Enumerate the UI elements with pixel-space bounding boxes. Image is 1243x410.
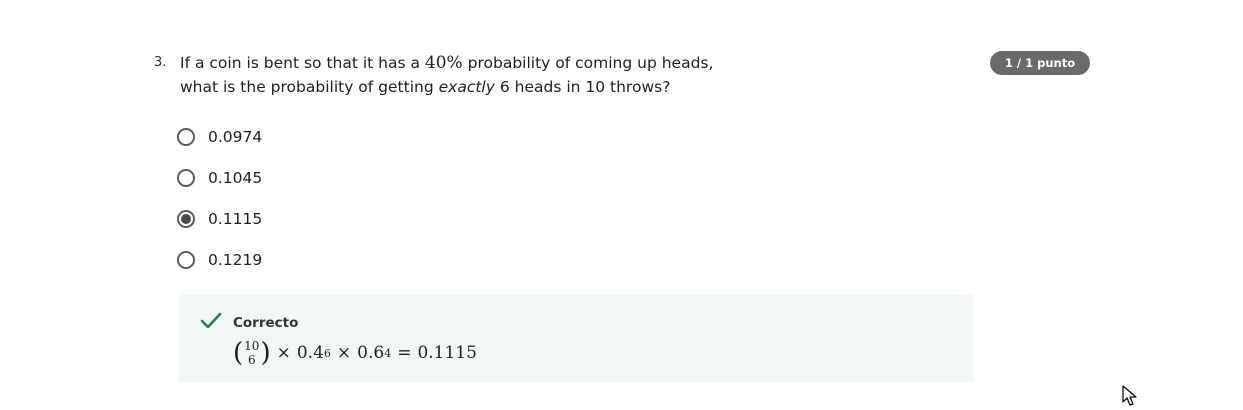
question-text-part-1: If a coin is bent so that it has a: [180, 54, 425, 72]
question-percent: 40%: [424, 53, 463, 73]
question-number: 3.: [154, 55, 167, 70]
answer-option-label: 0.1045: [208, 168, 263, 187]
mouse-cursor-icon: [1122, 385, 1137, 406]
answer-option-label: 0.1115: [208, 209, 263, 228]
answer-option[interactable]: 0.1219: [177, 239, 262, 280]
feedback-status: Correcto: [233, 315, 299, 331]
binomial-stack: 10 6: [244, 339, 259, 367]
check-icon: [200, 312, 222, 329]
formula-exponent: 6: [323, 346, 331, 360]
question-text-part-3: 6 heads in 10 throws?: [494, 78, 671, 96]
answer-option[interactable]: 0.0974: [177, 116, 262, 157]
score-badge: 1 / 1 punto: [990, 51, 1090, 75]
question-text: If a coin is bent so that it has a 40% p…: [180, 51, 740, 99]
binomial-coefficient: ( 10 6 ): [233, 339, 271, 367]
explanation-formula: ( 10 6 ) × 0.4 6 × 0.6 4 = 0.1115: [233, 336, 477, 370]
answer-option-label: 0.1219: [208, 250, 263, 269]
radio-button[interactable]: [177, 209, 195, 228]
quiz-page: 3. If a coin is bent so that it has a 40…: [0, 0, 1243, 410]
right-paren: ): [260, 338, 271, 368]
formula-result: 0.1115: [417, 343, 477, 363]
times-sign: ×: [276, 343, 291, 363]
answer-option[interactable]: 0.1045: [177, 157, 262, 198]
answer-option[interactable]: 0.1115: [177, 198, 262, 239]
left-paren: (: [233, 338, 244, 368]
binomial-top: 10: [244, 339, 260, 353]
equals-sign: =: [397, 343, 412, 363]
radio-button[interactable]: [177, 127, 195, 146]
answer-options: 0.0974 0.1045 0.1115 0.1219: [177, 116, 262, 280]
radio-button[interactable]: [177, 250, 195, 269]
formula-base: 0.4: [296, 343, 324, 363]
answer-option-label: 0.0974: [208, 127, 263, 146]
radio-button[interactable]: [177, 168, 195, 187]
feedback-panel: Correcto ( 10 6 ) × 0.4 6 × 0.6 4 = 0.1115: [179, 294, 974, 382]
times-sign: ×: [336, 343, 352, 363]
binomial-bottom: 6: [247, 353, 256, 367]
radio-selected-dot: [181, 213, 191, 224]
question-emphasis: exactly: [438, 78, 495, 96]
formula-base: 0.6: [357, 343, 385, 363]
formula-exponent: 4: [384, 346, 392, 360]
